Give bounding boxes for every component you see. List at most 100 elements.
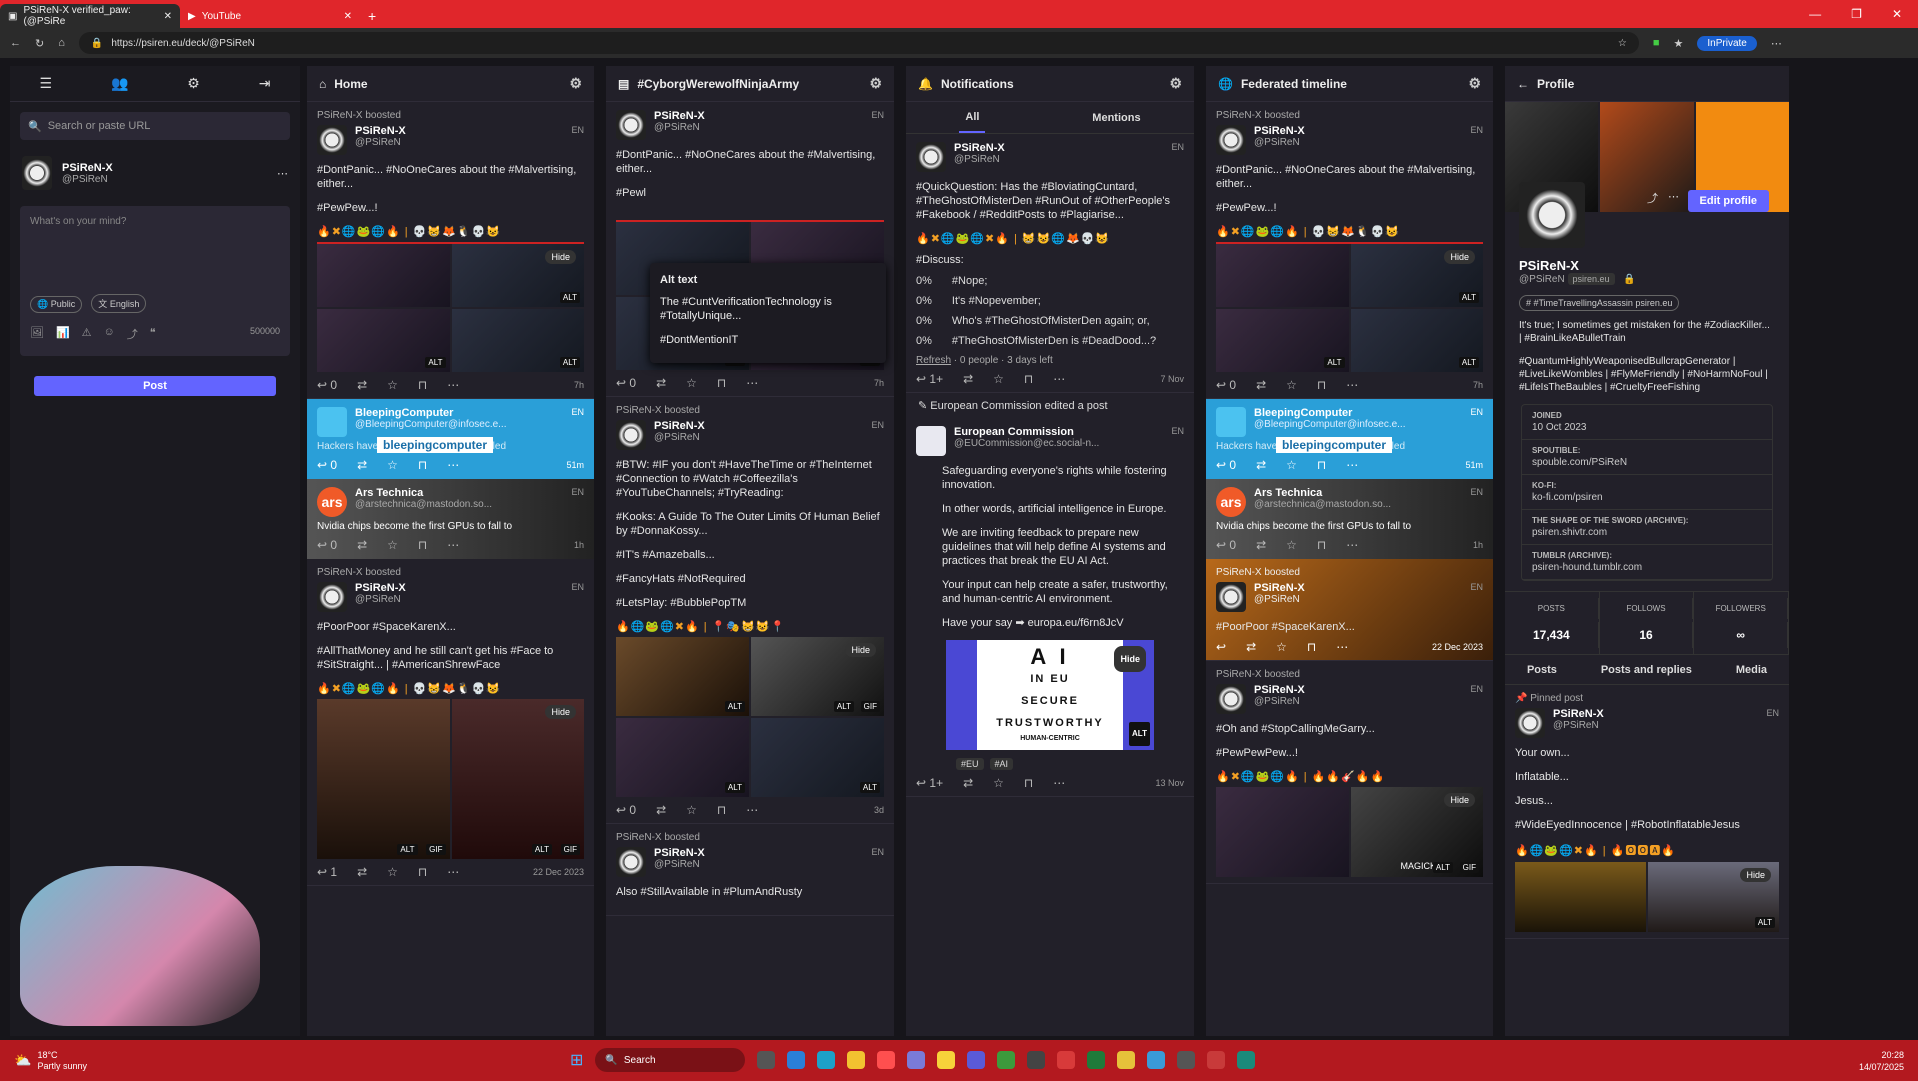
favourite-icon[interactable]: ☆ (1286, 538, 1297, 552)
poll[interactable]: 0% #Nope; 0% It's #Nopevember; 0% Who's #Th… (916, 275, 1184, 366)
windows-start-icon[interactable]: ⊞ (570, 1050, 583, 1070)
more-icon[interactable]: ⋯ (1346, 458, 1358, 472)
link-card-ars[interactable]: ars Ars Technica @arstechnica@mastodon.so.… (1206, 479, 1493, 559)
bookmark-icon[interactable]: ⊓ (1317, 458, 1326, 472)
more-icon[interactable]: ⋯ (1346, 538, 1358, 552)
tab-all[interactable]: All (959, 103, 986, 133)
hide-button[interactable]: Hide (1444, 793, 1475, 807)
more-icon[interactable]: ⋯ (1346, 378, 1358, 392)
browser-tab-active[interactable]: ▣ PSiReN-X verified_paw: (@PSiRe ✕ (0, 4, 180, 28)
favourite-icon[interactable]: ☆ (387, 538, 398, 552)
app-icon[interactable] (1117, 1051, 1136, 1069)
hamburger-icon[interactable]: ☰ (39, 75, 52, 92)
visibility-button[interactable]: 🌐 Public (30, 296, 83, 313)
link-card-ars[interactable]: ars Ars Technica @arstechnica@mastodon.so.… (307, 479, 594, 559)
hide-button[interactable]: Hide (845, 643, 876, 657)
new-tab-icon[interactable]: + (360, 8, 384, 28)
tab-posts[interactable]: Posts (1527, 664, 1557, 676)
bookmark-icon[interactable]: ⊓ (1024, 776, 1033, 790)
app-icon[interactable] (1057, 1051, 1076, 1069)
edit-profile-button[interactable]: Edit profile (1687, 190, 1769, 212)
poll-option[interactable]: 0% #TheGhostOfMisterDen is #DeadDood...? (916, 335, 1184, 347)
app-icon[interactable] (1147, 1051, 1166, 1069)
media-gallery[interactable]: Hide ALT GIF ALT GIF (317, 699, 584, 859)
avatar[interactable] (1216, 582, 1246, 612)
boost-icon[interactable]: ⇄ (357, 865, 367, 879)
media-gallery[interactable]: Hide ALT ALT ALT (1216, 242, 1483, 372)
boost-icon[interactable]: ⇄ (1256, 538, 1266, 552)
avatar[interactable] (317, 125, 347, 155)
compose-box[interactable]: What's on your mind? 🌐 Public 文 English … (20, 206, 290, 356)
boost-icon[interactable]: ⇄ (656, 376, 666, 390)
hide-button[interactable]: Hide (1114, 646, 1146, 672)
preferences-icon[interactable]: ⚙ (187, 75, 200, 92)
boost-icon[interactable]: ⇄ (1246, 640, 1256, 654)
refresh-icon[interactable]: ↻ (35, 37, 44, 50)
mail-icon[interactable] (787, 1051, 806, 1069)
bookmark-icon[interactable]: ⊓ (418, 865, 427, 879)
poll-option[interactable]: 0% It's #Nopevember; (916, 295, 1184, 307)
bookmark-icon[interactable]: ⊓ (1317, 538, 1326, 552)
logout-icon[interactable]: ⇥ (259, 75, 271, 92)
reply-icon[interactable]: ↩ 1 (317, 865, 337, 879)
weather-widget[interactable]: ⛅ 18°C Partly sunny (14, 1050, 87, 1072)
boost-icon[interactable]: ⇄ (656, 803, 666, 817)
url-field[interactable]: 🔒 https://psiren.eu/deck/@PSiReN ☆ (78, 32, 1639, 54)
favourite-icon[interactable]: ☆ (993, 372, 1004, 386)
status-post[interactable]: PSiReN-X boosted PSiReN-X @PSiReN EN #Oh a… (1206, 661, 1493, 884)
reply-icon[interactable]: ↩ 0 (1216, 538, 1236, 552)
status-post[interactable]: PSiReN-X boosted PSiReN-X @PSiReN EN #Dont… (307, 102, 594, 399)
clock[interactable]: 20:28 14/07/2025 (1859, 1049, 1904, 1073)
status-post[interactable]: PSiReN-X boosted PSiReN-X @PSiReN EN #BTW:… (606, 397, 894, 824)
gear-icon[interactable]: ⚙ (1468, 75, 1481, 92)
more-icon[interactable]: ⋯ (277, 167, 288, 180)
avatar[interactable] (616, 420, 646, 450)
menu-icon[interactable]: ⋯ (1771, 37, 1782, 50)
more-icon[interactable]: ⋯ (1053, 372, 1065, 386)
boost-icon[interactable]: ⇄ (357, 458, 367, 472)
avatar[interactable] (317, 582, 347, 612)
bookmark-icon[interactable]: ⊓ (1317, 378, 1326, 392)
app-icon[interactable] (907, 1051, 926, 1069)
reply-icon[interactable]: ↩ 0 (317, 458, 337, 472)
star-icon[interactable]: ☆ (1618, 38, 1627, 49)
quote-icon[interactable]: ❝ (150, 326, 156, 342)
bookmark-icon[interactable]: ⊓ (418, 458, 427, 472)
favourite-icon[interactable]: ☆ (387, 378, 398, 392)
ai-in-eu-image[interactable]: Hide A I IN EU SECURE TRUSTWORTHY HUMAN-… (946, 640, 1154, 750)
hashtag-chip[interactable]: #AI (989, 758, 1014, 770)
poll-option[interactable]: 0% #Nope; (916, 275, 1184, 287)
hide-button[interactable]: Hide (1740, 868, 1771, 882)
close-icon[interactable]: ✕ (344, 11, 352, 22)
favourite-icon[interactable]: ☆ (993, 776, 1004, 790)
reply-icon[interactable]: ↩ 1+ (916, 372, 943, 386)
ec-avatar[interactable] (916, 426, 946, 456)
reply-icon[interactable]: ↩ 1+ (916, 776, 943, 790)
app-icon[interactable] (1207, 1051, 1226, 1069)
gear-icon[interactable]: ⚙ (569, 75, 582, 92)
post-button[interactable]: Post (34, 376, 276, 396)
boost-icon[interactable]: ⇄ (357, 538, 367, 552)
posts-stat[interactable]: POSTS 17,434 (1505, 592, 1600, 654)
featured-tag[interactable]: # #TimeTravellingAssassin psiren.eu (1519, 295, 1680, 311)
more-icon[interactable]: ⋯ (447, 378, 459, 392)
link-card-bleeping[interactable]: BleepingComputer @BleepingComputer@infose… (1206, 399, 1493, 479)
bookmark-icon[interactable]: ⊓ (1307, 640, 1316, 654)
current-user[interactable]: PSiReN-X @PSiReN ⋯ (10, 150, 300, 196)
more-icon[interactable]: ⋯ (1668, 190, 1679, 206)
status-post[interactable]: PSiReN-X boosted PSiReN-X @PSiReN EN Also … (606, 824, 894, 916)
media-gallery[interactable]: Hide ALT ALT GIF ALT ALT (616, 637, 884, 797)
edge-icon[interactable] (817, 1051, 836, 1069)
teams-icon[interactable] (967, 1051, 986, 1069)
status-post[interactable]: PSiReN-X @PSiReN EN #QuickQuestion: Has th… (906, 134, 1194, 393)
avatar[interactable] (616, 847, 646, 877)
link-card-bleeping[interactable]: BleepingComputer @BleepingComputer@infose… (307, 399, 594, 479)
share-icon[interactable]: ⤴ (1647, 190, 1658, 206)
close-icon[interactable]: ✕ (164, 11, 172, 22)
hide-button[interactable]: Hide (545, 705, 576, 719)
avatar[interactable] (616, 110, 646, 140)
favourite-icon[interactable]: ☆ (1286, 458, 1297, 472)
more-icon[interactable]: ⋯ (447, 458, 459, 472)
media-gallery[interactable]: Hide ALT ALT ALT (317, 242, 584, 372)
share-icon[interactable]: ⤴ (127, 326, 138, 342)
